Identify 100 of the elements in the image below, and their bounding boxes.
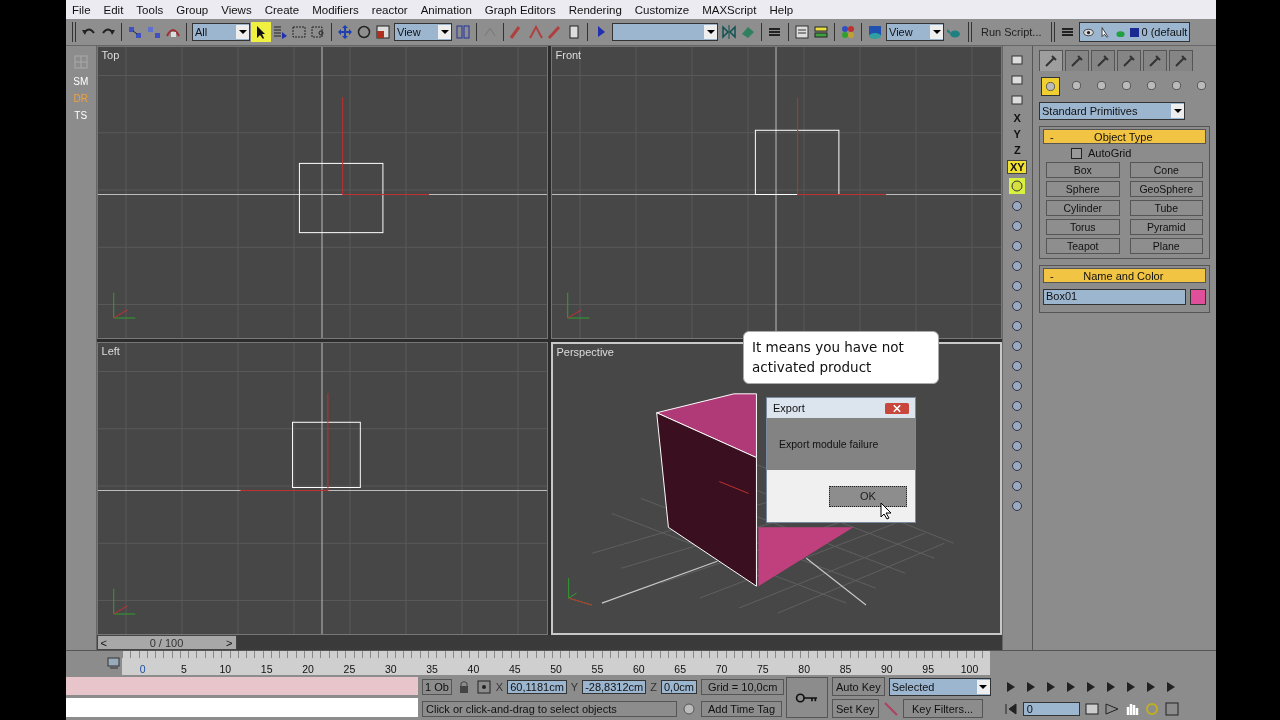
- axis-constraint-button[interactable]: X: [1008, 112, 1027, 124]
- menu-item[interactable]: Create: [264, 3, 300, 16]
- menu-item[interactable]: Graph Editors: [484, 3, 556, 16]
- pivot-icon[interactable]: [455, 24, 471, 40]
- add-time-tag-button[interactable]: Add Time Tag: [700, 700, 782, 717]
- menu-item[interactable]: Customize: [634, 3, 690, 16]
- key-mode-dropdown[interactable]: Selected: [888, 677, 991, 696]
- dropdown-icon: [440, 30, 449, 34]
- key-filters-button[interactable]: Key Filters...: [902, 699, 983, 718]
- menu-item[interactable]: reactor: [371, 3, 408, 16]
- menu-item[interactable]: Tools: [136, 3, 164, 16]
- rollout-header[interactable]: - Name and Color: [1043, 268, 1206, 283]
- time-slider-track[interactable]: < 0 / 100 >: [96, 635, 1002, 650]
- time-config-icon[interactable]: [1083, 700, 1100, 717]
- time-tag-icon[interactable]: [680, 700, 697, 717]
- primitive-button[interactable]: Plane: [1129, 238, 1203, 254]
- axis-tripod-icon: [566, 292, 590, 319]
- grid-size: Grid = 10,0cm: [700, 678, 785, 695]
- primitive-button[interactable]: Tube: [1129, 200, 1203, 216]
- panel-tab[interactable]: [1117, 50, 1141, 71]
- menu-item[interactable]: Group: [176, 3, 209, 16]
- selection-filter[interactable]: All: [192, 23, 250, 41]
- primitive-button[interactable]: Pyramid: [1129, 219, 1203, 235]
- schematic-icon[interactable]: [813, 24, 829, 40]
- category-button[interactable]: [1041, 77, 1060, 96]
- menu-item[interactable]: Animation: [420, 3, 472, 16]
- menu-item[interactable]: Rendering: [568, 3, 622, 16]
- panel-tab[interactable]: [1169, 50, 1193, 71]
- axis-tripod-icon: [567, 577, 593, 606]
- axis-constraint-button[interactable]: XY: [1007, 160, 1028, 174]
- category-icon: [1145, 79, 1158, 92]
- rollout-header[interactable]: - Object Type: [1043, 129, 1206, 144]
- primitive-button[interactable]: Torus: [1046, 219, 1120, 235]
- named-selection-field[interactable]: [612, 23, 718, 41]
- viewport-label[interactable]: Front: [555, 49, 582, 61]
- menu-item[interactable]: MAXScript: [702, 3, 757, 16]
- ok-button[interactable]: OK: [829, 485, 907, 507]
- menu-item[interactable]: Views: [221, 3, 252, 16]
- field-of-view-icon[interactable]: [1103, 700, 1120, 717]
- viewport[interactable]: Front: [550, 46, 1002, 339]
- coordinate-label: Y: [570, 680, 579, 693]
- primitive-button[interactable]: Sphere: [1046, 181, 1120, 197]
- render-scene-icon[interactable]: [867, 24, 883, 40]
- dropdown-icon: [706, 30, 715, 34]
- color-swatch[interactable]: [1190, 289, 1206, 305]
- viewport-label[interactable]: Perspective: [556, 346, 614, 358]
- absolute-mode-icon[interactable]: [475, 678, 492, 695]
- name-field[interactable]: Box01: [1043, 289, 1186, 305]
- menu-item[interactable]: Edit: [103, 3, 124, 16]
- listener-field[interactable]: [66, 677, 418, 695]
- axis-plane-icon[interactable]: [1009, 178, 1026, 194]
- scale-icon[interactable]: [375, 24, 391, 40]
- viewport[interactable]: Left: [96, 342, 548, 635]
- set-key-button[interactable]: [786, 677, 828, 718]
- object-category-dropdown[interactable]: Standard Primitives: [1039, 102, 1185, 120]
- autogrid-checkbox[interactable]: [1071, 147, 1082, 159]
- material-editor-icon[interactable]: [840, 24, 856, 40]
- layer-color-swatch[interactable]: [1129, 27, 1139, 37]
- primitive-button[interactable]: GeoSphere: [1129, 181, 1203, 197]
- primitive-button[interactable]: Cone: [1129, 162, 1203, 178]
- y-coordinate-field[interactable]: -28,8312cm: [582, 679, 647, 694]
- panel-tab[interactable]: [1143, 50, 1167, 71]
- z-coordinate-field[interactable]: 0,0cm: [661, 679, 697, 694]
- time-slider-thumb[interactable]: < 0 / 100 >: [96, 635, 237, 650]
- coordinate-label: X: [495, 680, 504, 693]
- render-view-dropdown[interactable]: View: [886, 23, 944, 41]
- move-icon[interactable]: [337, 24, 353, 40]
- panel-tab[interactable]: [1039, 50, 1063, 71]
- dropdown-icon: [979, 684, 988, 689]
- menu-item[interactable]: File: [72, 3, 91, 16]
- key-mode-icon[interactable]: [1002, 700, 1019, 717]
- menu-item[interactable]: Modifiers: [312, 3, 359, 16]
- panel-tab[interactable]: [1065, 50, 1089, 71]
- viewport[interactable]: Top: [96, 46, 548, 339]
- current-frame-field[interactable]: 0: [1022, 701, 1080, 716]
- category-icon: [1170, 79, 1183, 92]
- panel-tab[interactable]: [1091, 50, 1115, 71]
- viewport-label[interactable]: Left: [101, 345, 120, 357]
- auto-key-button[interactable]: Auto Key: [832, 677, 885, 696]
- primitive-button[interactable]: Teapot: [1046, 238, 1120, 254]
- axis-constraint-button[interactable]: Y: [1008, 128, 1027, 140]
- mirror-icon[interactable]: [721, 24, 737, 40]
- window-select-icon[interactable]: [310, 24, 326, 40]
- primitive-button[interactable]: Box: [1046, 162, 1120, 178]
- tab-icon: [1121, 53, 1137, 69]
- spinner-snap-icon[interactable]: [566, 24, 582, 40]
- track-bar[interactable]: 0 5 10 15 20 25 30 35 40 45 50 55 60 65 70 75 80 85 90 95 100: [122, 651, 990, 675]
- close-icon[interactable]: [885, 401, 909, 415]
- x-coordinate-field[interactable]: 60,1181cm: [507, 679, 567, 694]
- axis-constraint-button[interactable]: Z: [1008, 144, 1027, 156]
- viewport-label[interactable]: Top: [101, 49, 120, 61]
- checkbox-label[interactable]: AutoGrid: [1088, 147, 1132, 159]
- script-field[interactable]: [66, 698, 418, 717]
- reference-coordinate-dropdown[interactable]: View: [394, 23, 452, 41]
- set-key-button[interactable]: Set Key: [832, 699, 879, 718]
- primitive-button[interactable]: Cylinder: [1046, 200, 1120, 216]
- run-script-button[interactable]: Run Script...: [977, 26, 1046, 38]
- rotate-icon[interactable]: [356, 24, 372, 40]
- dialog-title: Export: [773, 402, 805, 414]
- menu-item[interactable]: Help: [769, 3, 794, 16]
